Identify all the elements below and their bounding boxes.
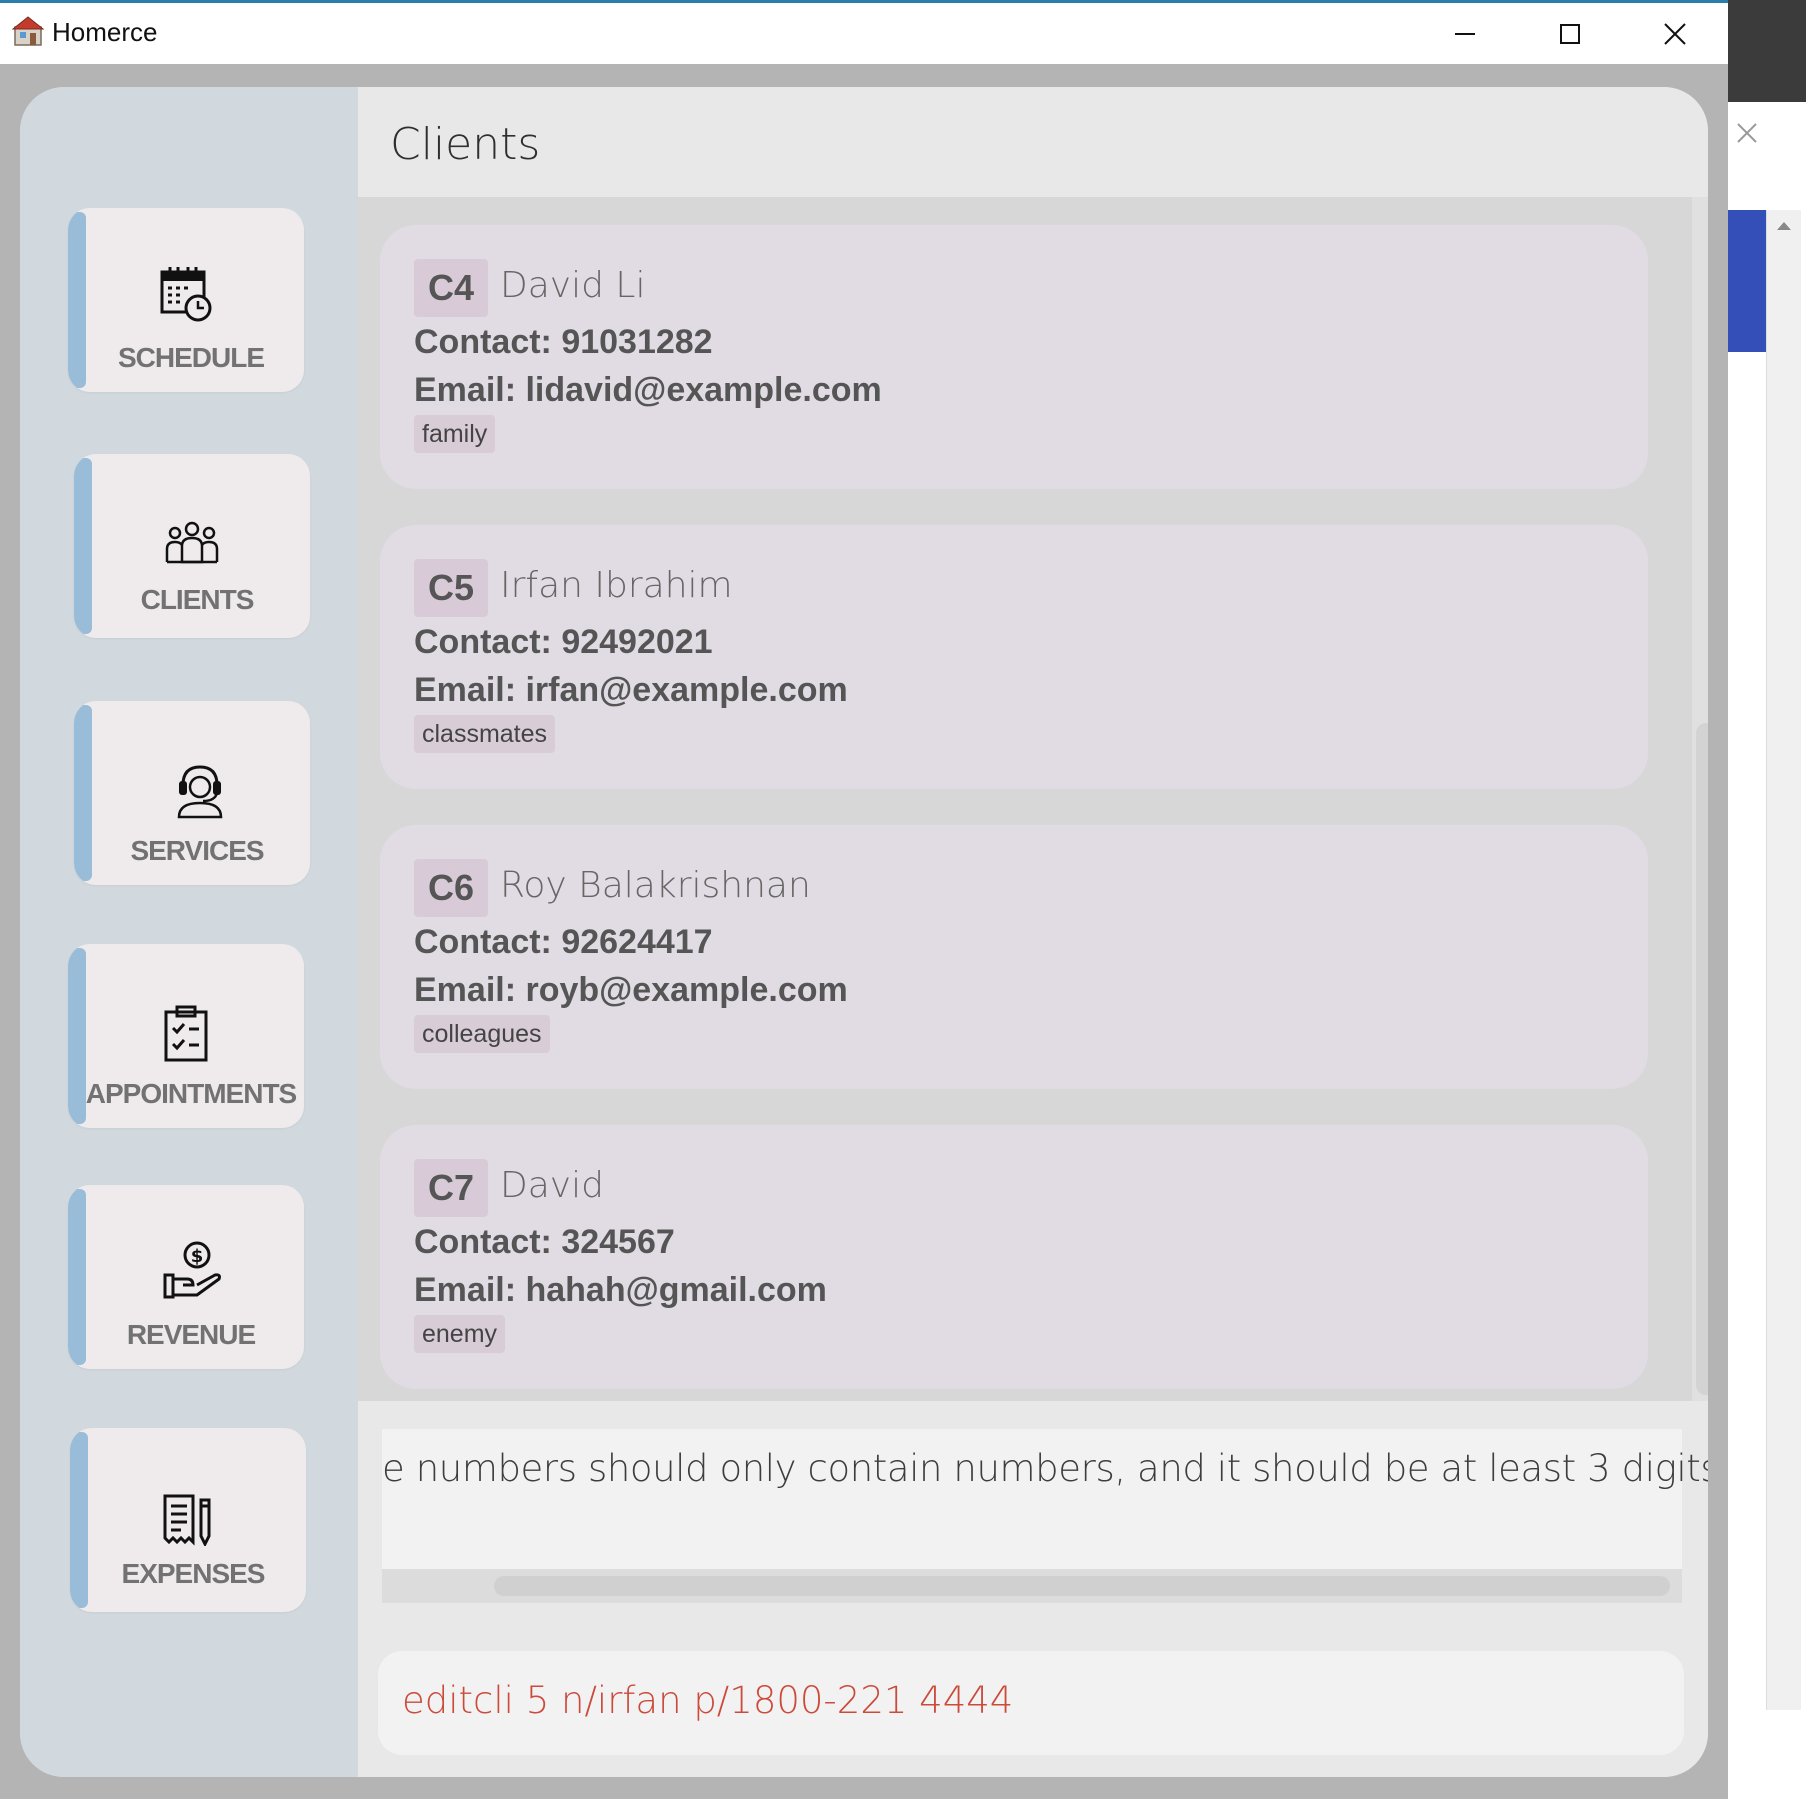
- sidebar-item-label: SERVICES: [130, 835, 264, 866]
- sidebar-item-appointments[interactable]: APPOINTMENTS: [68, 944, 304, 1128]
- command-input[interactable]: editcli 5 n/irfan p/1800-221 4444: [402, 1679, 1013, 1722]
- scroll-up-arrow-icon[interactable]: [1767, 210, 1801, 240]
- client-id-badge: C6: [414, 859, 488, 917]
- client-card[interactable]: C6 Roy Balakrishnan Contact: 92624417 Em…: [380, 825, 1648, 1089]
- client-card[interactable]: C5 Irfan Ibrahim Contact: 92492021 Email…: [380, 525, 1648, 789]
- calendar-clock-icon: [68, 264, 304, 324]
- client-id-badge: C5: [414, 559, 488, 617]
- sidebar-item-label: EXPENSES: [121, 1558, 266, 1589]
- maximize-button[interactable]: [1517, 3, 1622, 64]
- client-email: Email: hahah@gmail.com: [414, 1271, 827, 1309]
- sidebar-item-schedule[interactable]: SCHEDULE: [68, 208, 304, 392]
- client-tag: colleagues: [414, 1015, 550, 1053]
- client-email: Email: lidavid@example.com: [414, 371, 882, 409]
- main-content: Clients C4 David Li Contact: 91031282 Em…: [358, 87, 1708, 1777]
- client-email: Email: irfan@example.com: [414, 671, 848, 709]
- app-window: Homerce SCHEDULE CLIENTS SERVICES APPOIN…: [0, 3, 1728, 1799]
- sidebar-item-expenses[interactable]: EXPENSES: [70, 1428, 306, 1612]
- sidebar-item-label: SCHEDULE: [117, 342, 265, 373]
- background-selected-block: [1728, 210, 1766, 352]
- client-tag: enemy: [414, 1315, 506, 1353]
- background-window-header: [1728, 0, 1806, 102]
- headset-agent-icon: [90, 763, 310, 819]
- client-contact: Contact: 92624417: [414, 923, 713, 961]
- sidebar-item-revenue[interactable]: $ REVENUE: [68, 1185, 304, 1369]
- client-card[interactable]: C4 David Li Contact: 91031282 Email: lid…: [380, 225, 1648, 489]
- close-icon: [1663, 22, 1686, 45]
- client-tag: family: [414, 415, 496, 453]
- window-title: Homerce: [52, 17, 158, 47]
- sidebar-item-label: APPOINTMENTS: [85, 1078, 297, 1109]
- sidebar-item-services[interactable]: SERVICES: [74, 701, 310, 885]
- app-house-icon: [11, 15, 45, 47]
- client-name: Irfan Ibrahim: [500, 565, 733, 606]
- client-id-badge: C7: [414, 1159, 488, 1217]
- client-email: Email: royb@example.com: [414, 971, 848, 1009]
- client-name: Roy Balakrishnan: [500, 865, 811, 906]
- svg-text:$: $: [191, 1246, 204, 1267]
- app-panel: SCHEDULE CLIENTS SERVICES APPOINTMENTS $…: [20, 87, 1708, 1777]
- close-button[interactable]: [1622, 3, 1727, 64]
- background-close-icon[interactable]: [1732, 118, 1762, 148]
- maximize-icon: [1559, 23, 1580, 44]
- minimize-button[interactable]: [1412, 3, 1517, 64]
- sidebar: SCHEDULE CLIENTS SERVICES APPOINTMENTS $…: [20, 87, 358, 1777]
- client-tag: classmates: [414, 715, 556, 753]
- minimize-icon: [1454, 32, 1475, 35]
- client-contact: Contact: 324567: [414, 1223, 675, 1261]
- result-scroll-thumb[interactable]: [494, 1576, 1670, 1596]
- client-name: David Li: [500, 265, 646, 306]
- background-scrollbar[interactable]: [1766, 210, 1801, 1710]
- client-contact: Contact: 91031282: [414, 323, 713, 361]
- client-list[interactable]: C4 David Li Contact: 91031282 Email: lid…: [358, 197, 1692, 1401]
- command-box[interactable]: editcli 5 n/irfan p/1800-221 4444: [378, 1651, 1684, 1755]
- client-name: David: [500, 1165, 604, 1206]
- receipt-pen-icon: [70, 1492, 306, 1546]
- sidebar-item-label: CLIENTS: [140, 584, 255, 615]
- result-display: e numbers should only contain numbers, a…: [382, 1429, 1708, 1569]
- clipboard-checklist-icon: [68, 1004, 304, 1062]
- client-card[interactable]: C7 David Contact: 324567 Email: hahah@gm…: [380, 1125, 1648, 1389]
- group-people-icon: [74, 520, 310, 566]
- client-list-scroll-thumb[interactable]: [1696, 723, 1708, 1395]
- client-contact: Contact: 92492021: [414, 623, 713, 661]
- client-id-badge: C4: [414, 259, 488, 317]
- hand-dollar-icon: $: [82, 1241, 304, 1301]
- page-title: Clients: [390, 119, 541, 170]
- sidebar-item-clients[interactable]: CLIENTS: [74, 454, 310, 638]
- result-message: e numbers should only contain numbers, a…: [382, 1447, 1708, 1490]
- sidebar-item-label: REVENUE: [126, 1319, 256, 1350]
- title-bar: Homerce: [0, 3, 1728, 64]
